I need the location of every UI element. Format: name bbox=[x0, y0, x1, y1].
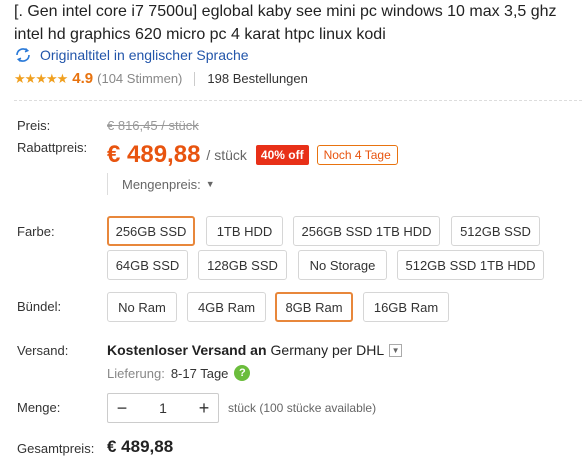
current-price: € 489,88 bbox=[107, 141, 201, 168]
rating-stars: ★ ★ ★ ★ ★ bbox=[14, 70, 69, 87]
color-option[interactable]: 256GB SSD 1TB HDD bbox=[293, 216, 440, 246]
total-label: Gesamtpreis: bbox=[17, 441, 95, 456]
discount-price-label: Rabattpreis: bbox=[17, 140, 88, 155]
stock-info: stück (100 stücke available) bbox=[228, 401, 377, 415]
bundle-option[interactable]: 16GB Ram bbox=[363, 292, 449, 322]
price-unit: / stück bbox=[206, 147, 247, 163]
star-icon: ★ bbox=[24, 70, 37, 86]
translate-icon bbox=[16, 47, 30, 63]
star-icon: ★ bbox=[14, 70, 26, 86]
star-icon: ★ bbox=[35, 70, 47, 86]
star-icon: ★ bbox=[56, 70, 69, 86]
old-price: € 816,45 / stück bbox=[107, 118, 199, 133]
quantity-stepper: − 1 + bbox=[107, 393, 219, 423]
rating-value: 4.9 bbox=[72, 70, 94, 87]
bundle-option[interactable]: No Ram bbox=[107, 292, 177, 322]
delivery-label: Lieferung: bbox=[107, 365, 165, 381]
bulk-price-dropdown[interactable]: Mengenpreis: ▼ bbox=[107, 173, 215, 195]
shipping-label: Versand: bbox=[17, 343, 69, 358]
delivery-info: Lieferung: 8-17 Tage ? bbox=[107, 365, 251, 381]
bundle-option[interactable]: 8GB Ram bbox=[275, 292, 353, 322]
time-left-badge: Noch 4 Tage bbox=[316, 145, 398, 165]
color-label: Farbe: bbox=[17, 224, 55, 239]
color-option[interactable]: 256GB SSD bbox=[107, 216, 195, 246]
rating-row: ★ ★ ★ ★ ★ 4.9 (104 Stimmen) 198 Bestellu… bbox=[14, 70, 308, 87]
price-row: € 489,88 / stück 40% off Noch 4 Tage bbox=[107, 141, 398, 169]
color-option[interactable]: 64GB SSD bbox=[107, 250, 188, 280]
help-icon[interactable]: ? bbox=[234, 365, 251, 381]
color-option[interactable]: 128GB SSD bbox=[198, 250, 287, 280]
bulk-price-label: Mengenpreis: bbox=[122, 176, 201, 192]
product-title: [. Gen intel core i7 7500u] eglobal kaby… bbox=[14, 3, 557, 43]
free-shipping-text: Kostenloser Versand an bbox=[107, 342, 267, 358]
price-label: Preis: bbox=[17, 118, 51, 133]
original-title-link[interactable]: Originaltitel in englischer Sprache bbox=[14, 46, 249, 64]
shipping-info: Kostenloser Versand an Germany per DHL ▼ bbox=[107, 342, 403, 358]
shipping-destination: Germany per DHL bbox=[270, 342, 385, 358]
color-option[interactable]: 1TB HDD bbox=[206, 216, 283, 246]
section-divider bbox=[14, 100, 582, 101]
chevron-down-icon: ▼ bbox=[205, 179, 215, 189]
decrease-button[interactable]: − bbox=[108, 394, 136, 422]
original-title-label: Originaltitel in englischer Sprache bbox=[40, 47, 249, 63]
votes-count[interactable]: (104 Stimmen) bbox=[97, 71, 182, 86]
divider bbox=[194, 71, 196, 86]
orders-count: 198 Bestellungen bbox=[207, 71, 308, 86]
chevron-down-icon[interactable]: ▼ bbox=[389, 343, 403, 357]
color-option[interactable]: No Storage bbox=[298, 250, 387, 280]
color-option[interactable]: 512GB SSD 1TB HDD bbox=[397, 250, 544, 280]
bundle-option[interactable]: 4GB Ram bbox=[187, 292, 266, 322]
delivery-time: 8-17 Tage bbox=[170, 365, 229, 381]
quantity-label: Menge: bbox=[17, 400, 61, 415]
quantity-input[interactable]: 1 bbox=[136, 400, 190, 416]
increase-button[interactable]: + bbox=[190, 394, 218, 422]
bundle-label: Bündel: bbox=[17, 299, 62, 314]
color-option[interactable]: 512GB SSD bbox=[451, 216, 540, 246]
star-icon: ★ bbox=[45, 70, 58, 86]
discount-badge: 40% off bbox=[255, 145, 309, 165]
total-price: € 489,88 bbox=[107, 437, 174, 456]
